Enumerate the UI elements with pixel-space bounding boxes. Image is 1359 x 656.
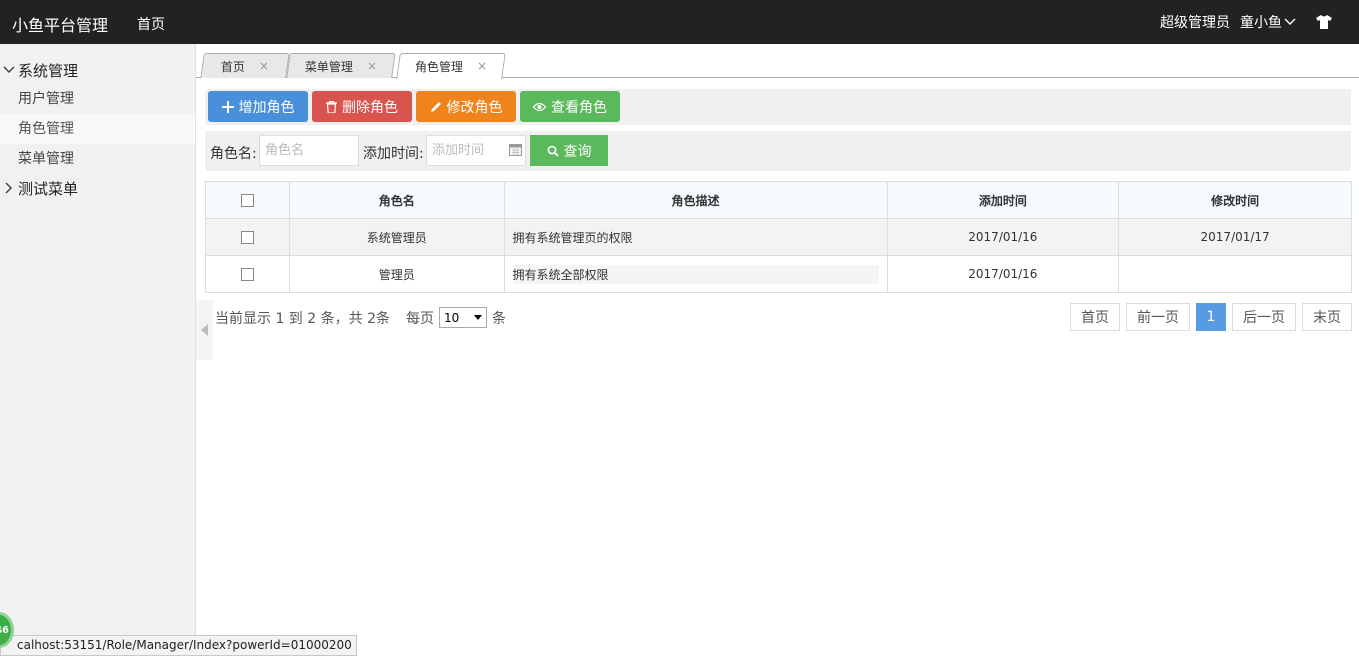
close-icon[interactable]: × <box>259 59 269 73</box>
pencil-icon <box>430 101 441 112</box>
search-icon <box>547 145 559 157</box>
query-button[interactable]: 查询 <box>530 135 608 166</box>
sidebar-item-users[interactable]: 用户管理 <box>0 84 195 114</box>
role-name-label: 角色名: <box>210 146 257 162</box>
view-role-button[interactable]: 查看角色 <box>520 91 620 122</box>
sidebar-item-menus[interactable]: 菜单管理 <box>0 144 195 174</box>
tab-label: 角色管理 <box>414 59 463 74</box>
tab-bar: 首页 × 菜单管理 × 角色管理 × <box>196 44 1359 79</box>
table-row[interactable]: 系统管理员 拥有系统管理页的权限 2017/01/16 2017/01/17 <box>205 218 1352 256</box>
query-label: 查询 <box>563 143 592 160</box>
sidebar-group-label: 测试菜单 <box>18 179 79 198</box>
chevron-down-icon <box>2 65 16 75</box>
chevron-right-icon <box>2 182 16 194</box>
edit-role-button[interactable]: 修改角色 <box>416 91 516 122</box>
per-page-prefix: 每页 <box>405 310 434 327</box>
cell-role-name: 管理员 <box>288 255 505 293</box>
cell-add-time: 2017/01/16 <box>886 218 1120 256</box>
first-page-button[interactable]: 首页 <box>1070 303 1120 331</box>
row-select-cell <box>205 218 290 256</box>
tab-label: 首页 <box>220 59 245 74</box>
view-role-label: 查看角色 <box>551 99 607 116</box>
sidebar-group-label: 系统管理 <box>18 61 79 80</box>
sidebar-item-roles[interactable]: 角色管理 <box>0 114 195 144</box>
current-page-button[interactable]: 1 <box>1196 303 1226 331</box>
column-header-add-time[interactable]: 添加时间 <box>886 181 1120 219</box>
close-icon[interactable]: × <box>367 59 377 73</box>
user-menu[interactable]: 童小鱼 <box>1240 12 1296 32</box>
column-header-role-name[interactable]: 角色名 <box>288 181 505 219</box>
delete-role-label: 删除角色 <box>342 99 398 116</box>
row-checkbox[interactable] <box>240 231 254 244</box>
next-page-button[interactable]: 后一页 <box>1232 303 1296 331</box>
per-page-suffix: 条 <box>491 310 506 327</box>
browser-status-url: calhost:53151/Role/Manager/Index?powerId… <box>0 635 357 656</box>
username: 童小鱼 <box>1240 15 1282 31</box>
brand-title[interactable]: 小鱼平台管理 <box>12 12 108 36</box>
prev-page-button[interactable]: 前一页 <box>1126 303 1190 331</box>
roles-table: 角色名 角色描述 添加时间 修改时间 系统管理员 拥有系统管理页的权限 2017… <box>205 181 1352 293</box>
pagination-summary: 当前显示 1 到 2 条，共 2条 <box>215 310 390 327</box>
chevron-down-icon <box>1284 18 1296 25</box>
tab-home[interactable]: 首页 × <box>200 53 290 78</box>
cell-modify-time: 2017/01/17 <box>1118 218 1352 256</box>
chevron-left-icon <box>200 324 208 336</box>
trash-icon <box>326 100 337 113</box>
sidebar-group-system[interactable]: 系统管理 <box>0 56 195 84</box>
plus-icon <box>221 100 234 113</box>
theme-shirt-icon[interactable] <box>1316 15 1332 29</box>
cell-role-name: 系统管理员 <box>288 218 505 256</box>
cell-modify-time <box>1118 255 1352 293</box>
tab-menu-manager[interactable]: 菜单管理 × <box>286 53 396 78</box>
caret-down-icon <box>473 315 482 320</box>
add-role-button[interactable]: 增加角色 <box>208 91 308 122</box>
role-label: 超级管理员 <box>1160 15 1230 31</box>
action-toolbar: 增加角色 删除角色 修改角色 查看角色 <box>205 89 1351 125</box>
top-navbar: 小鱼平台管理 首页 超级管理员 童小鱼 <box>0 0 1359 44</box>
sidebar-group-test[interactable]: 测试菜单 <box>0 174 195 202</box>
topbar-right: 超级管理员 童小鱼 <box>1160 0 1359 44</box>
sidebar: 系统管理 用户管理 角色管理 菜单管理 测试菜单 <box>0 44 196 656</box>
pagination-info: 当前显示 1 到 2 条，共 2条 每页 10 条 <box>215 307 506 328</box>
cell-description-text: 拥有系统全部权限 <box>512 264 879 284</box>
role-name-input[interactable] <box>259 135 359 166</box>
column-header-modify-time[interactable]: 修改时间 <box>1118 181 1352 219</box>
tab-label: 菜单管理 <box>304 59 353 74</box>
delete-role-button[interactable]: 删除角色 <box>312 91 412 122</box>
calendar-icon[interactable] <box>509 143 522 160</box>
column-header-description[interactable]: 角色描述 <box>503 181 888 219</box>
row-select-cell <box>205 255 290 293</box>
cell-description: 拥有系统管理页的权限 <box>503 218 888 256</box>
page-size-select[interactable]: 10 <box>438 307 487 328</box>
select-all-checkbox[interactable] <box>240 194 254 207</box>
sidebar-collapse-handle[interactable] <box>196 300 213 360</box>
cell-add-time: 2017/01/16 <box>886 255 1120 293</box>
add-role-label: 增加角色 <box>238 99 295 116</box>
topnav-home-link[interactable]: 首页 <box>137 14 165 34</box>
tab-role-manager[interactable]: 角色管理 × <box>396 53 506 79</box>
row-checkbox[interactable] <box>240 268 254 281</box>
cell-description: 拥有系统全部权限 <box>503 255 888 293</box>
edit-role-label: 修改角色 <box>446 99 503 116</box>
last-page-button[interactable]: 末页 <box>1302 303 1352 331</box>
eye-icon <box>533 102 546 111</box>
close-icon[interactable]: × <box>477 59 487 73</box>
add-time-label: 添加时间: <box>363 146 424 162</box>
table-row[interactable]: 管理员 拥有系统全部权限 2017/01/16 <box>205 255 1352 293</box>
search-bar: 角色名: 添加时间: 查询 <box>205 131 1351 171</box>
select-all-cell <box>205 181 290 219</box>
table-header-row: 角色名 角色描述 添加时间 修改时间 <box>205 181 1352 219</box>
page-size-value: 10 <box>443 310 460 325</box>
